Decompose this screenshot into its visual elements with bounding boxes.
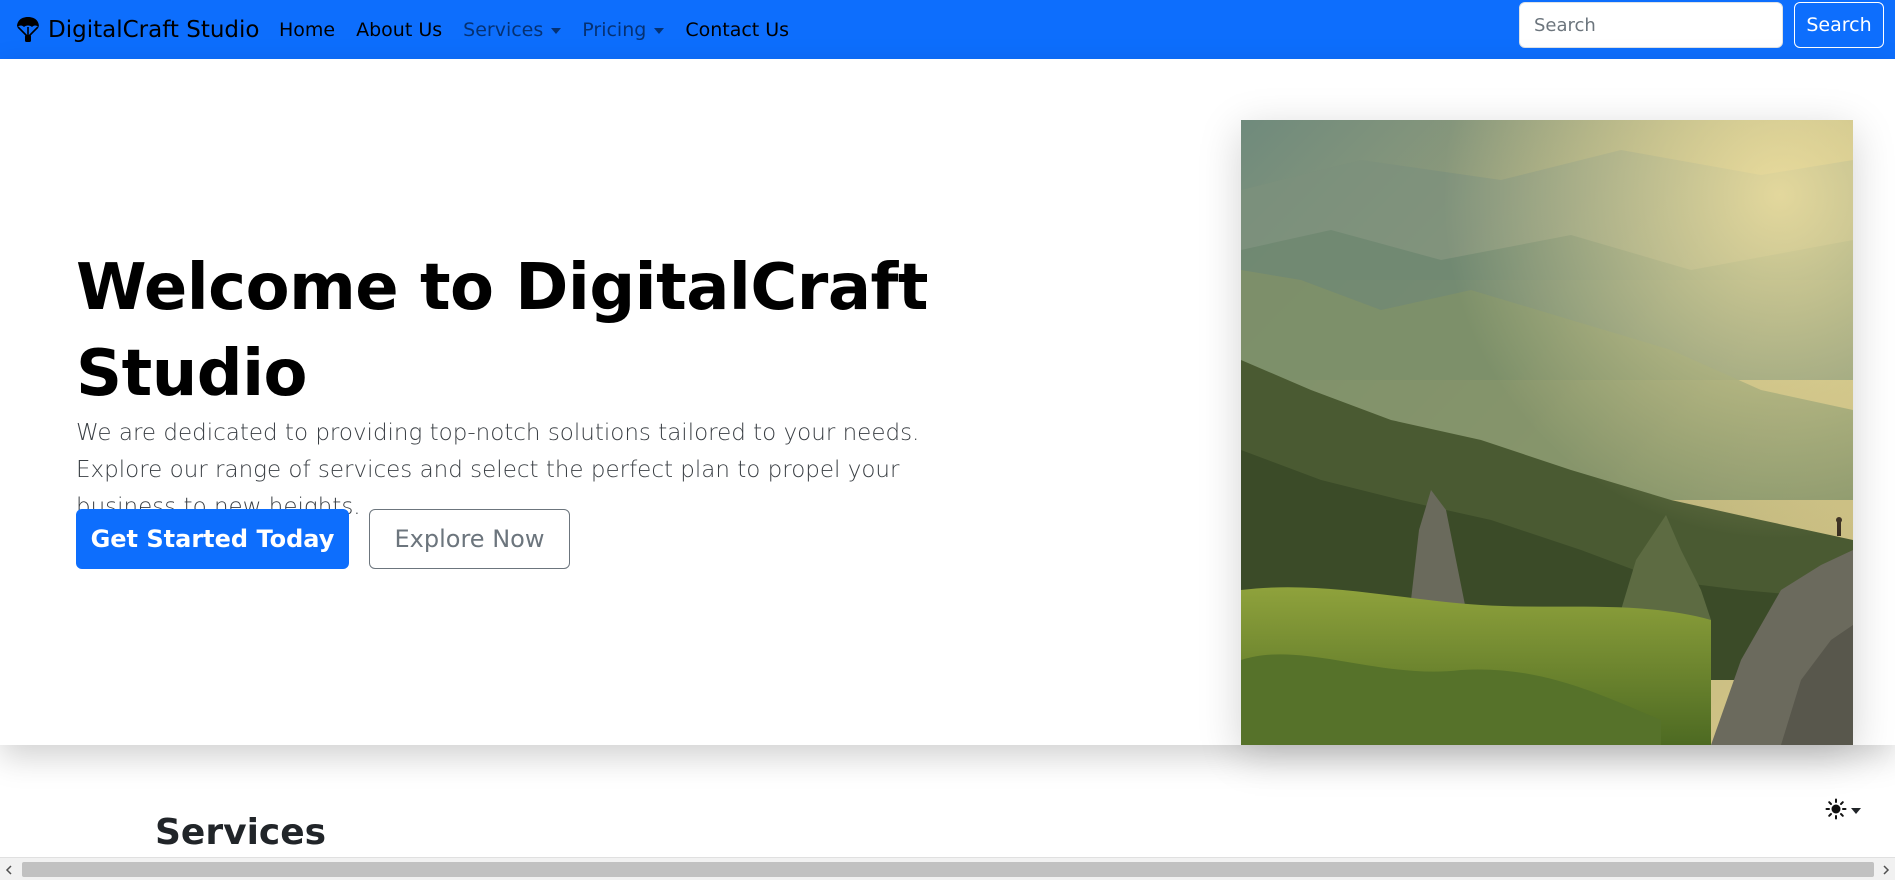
hero-title: Welcome to DigitalCraft Studio xyxy=(76,251,928,411)
nav-links: Home About Us Services Pricing Contact U… xyxy=(279,0,810,59)
nav-dropdown-services-label: Services xyxy=(463,18,544,41)
chevron-left-icon[interactable] xyxy=(0,858,18,880)
hero-section: Welcome to DigitalCraft Studio We are de… xyxy=(0,59,1895,745)
brand-name: DigitalCraft Studio xyxy=(48,16,260,43)
search-input[interactable] xyxy=(1519,2,1783,48)
brand-link[interactable]: DigitalCraft Studio xyxy=(14,0,259,59)
nav-link-contact[interactable]: Contact Us xyxy=(685,19,789,41)
caret-down-icon xyxy=(551,27,562,34)
explore-now-button[interactable]: Explore Now xyxy=(369,509,570,569)
horizontal-scrollbar[interactable] xyxy=(0,857,1895,880)
page: DigitalCraft Studio Home About Us Servic… xyxy=(0,0,1895,880)
parachute-icon xyxy=(14,15,42,45)
get-started-button[interactable]: Get Started Today xyxy=(76,509,349,569)
nav-dropdown-pricing-label: Pricing xyxy=(582,18,647,41)
search-button[interactable]: Search xyxy=(1794,2,1884,48)
services-heading: Services xyxy=(155,812,327,853)
nav-dropdown-pricing[interactable]: Pricing xyxy=(582,18,665,41)
caret-down-icon xyxy=(1851,808,1861,814)
chevron-right-icon[interactable] xyxy=(1877,858,1895,880)
nav-link-about[interactable]: About Us xyxy=(356,19,442,41)
navbar: DigitalCraft Studio Home About Us Servic… xyxy=(0,0,1895,59)
sun-icon xyxy=(1825,798,1847,824)
caret-down-icon xyxy=(654,27,665,34)
nav-link-home[interactable]: Home xyxy=(279,19,335,41)
hero-landscape-image xyxy=(1241,120,1853,745)
scrollbar-thumb[interactable] xyxy=(22,862,1874,877)
nav-dropdown-services[interactable]: Services xyxy=(463,18,562,41)
theme-toggle-button[interactable] xyxy=(1825,797,1867,825)
